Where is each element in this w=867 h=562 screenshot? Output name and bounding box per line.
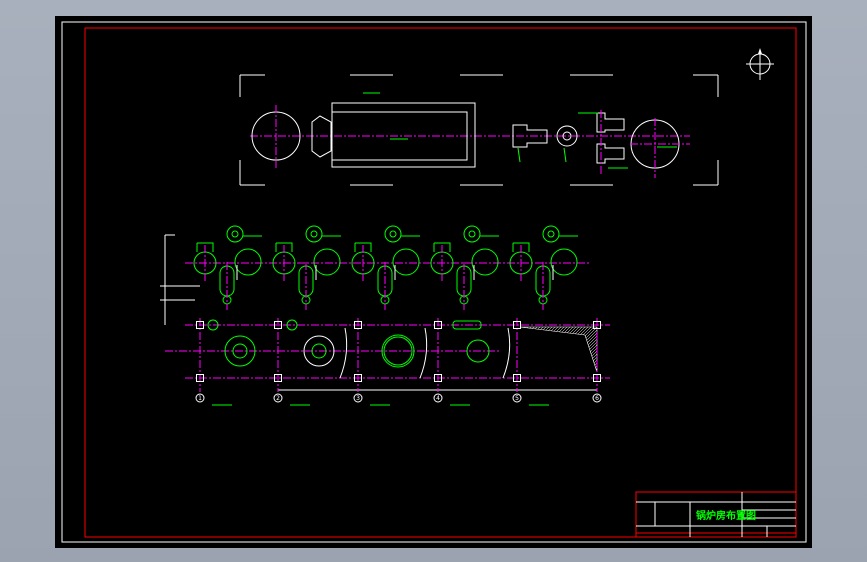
axis-label: 4: [436, 395, 440, 402]
drawing-sheet: [55, 16, 812, 548]
cad-drawing-canvas[interactable]: 1 2 3 4 5 6 锅炉房布置图: [0, 0, 867, 562]
axis-label: 6: [595, 395, 599, 402]
axis-label: 1: [198, 395, 202, 402]
axis-label: 2: [276, 395, 280, 402]
axis-label: 3: [356, 395, 360, 402]
axis-label: 5: [515, 395, 519, 402]
drawing-title: 锅炉房布置图: [696, 509, 756, 522]
